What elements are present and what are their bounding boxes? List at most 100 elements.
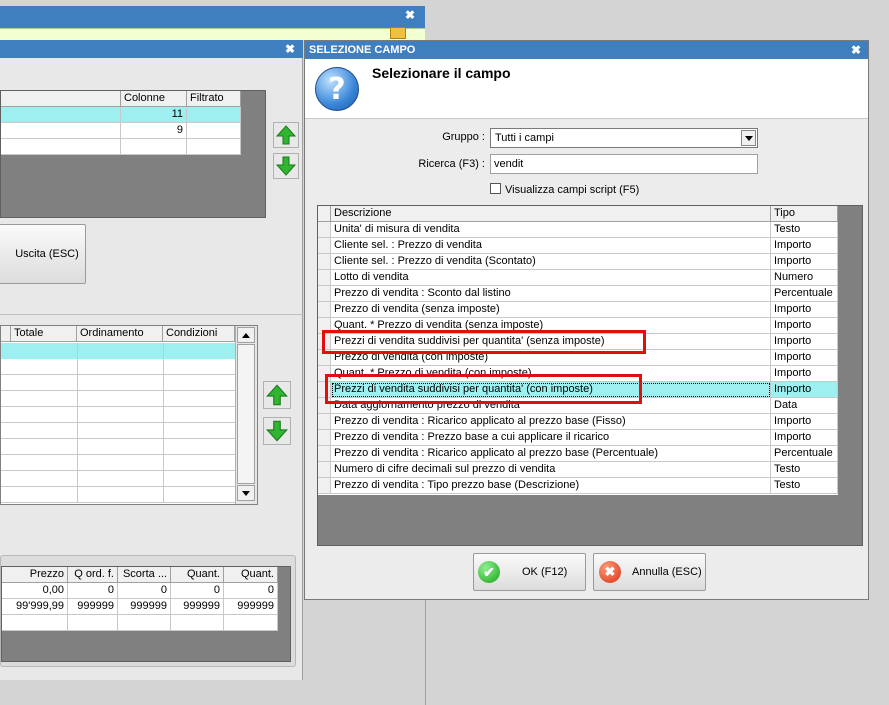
column-header-quant[interactable]: Quant.	[171, 567, 224, 583]
field-type: Importo	[771, 238, 838, 254]
box-icon	[390, 27, 406, 39]
ok-button[interactable]: ✔ OK (F12)	[473, 553, 586, 591]
row-indicator	[318, 430, 331, 446]
table-cell	[1, 123, 121, 139]
close-circle-icon: ✖	[599, 561, 621, 583]
table-cell: 999999	[118, 599, 171, 615]
column-header[interactable]	[1, 326, 11, 342]
column-header-colonne[interactable]: Colonne	[121, 91, 187, 107]
table-cell	[121, 139, 187, 155]
table-row[interactable]: Lotto di vendita Numero	[318, 270, 838, 286]
table-cell: 999999	[224, 599, 278, 615]
table-cell	[187, 139, 241, 155]
table-row[interactable]: 11	[1, 107, 241, 123]
table-cell: 0,00	[2, 583, 68, 599]
field-type: Importo	[771, 350, 838, 366]
field-description: Numero di cifre decimali sul prezzo di v…	[331, 462, 771, 478]
col-line	[77, 343, 78, 503]
table-row[interactable]: Prezzo di vendita : Prezzo base a cui ap…	[318, 430, 838, 446]
select-field-dialog: SELEZIONE CAMPO ✖ ? Selezionare il campo…	[304, 40, 869, 600]
divider	[425, 600, 426, 705]
table-row[interactable]: Prezzo di vendita : Tipo prezzo base (De…	[318, 478, 838, 494]
ricerca-input-value: vendit	[494, 158, 524, 170]
row-indicator	[318, 414, 331, 430]
table-cell: 0	[118, 583, 171, 599]
scroll-thumb[interactable]	[237, 344, 255, 484]
column-header-scorta[interactable]: Scorta ...	[118, 567, 171, 583]
table-row[interactable]: Cliente sel. : Prezzo di vendita Importo	[318, 238, 838, 254]
field-description: Prezzo di vendita : Sconto dal listino	[331, 286, 771, 302]
scroll-up-button[interactable]	[237, 327, 255, 343]
move-up-button[interactable]	[263, 381, 291, 409]
table-row[interactable]: Prezzo di vendita : Ricarico applicato a…	[318, 414, 838, 430]
bottom-grid-inner: Prezzo Q ord. f. Scorta ... Quant. Quant…	[2, 567, 278, 631]
bg-window-main-titlebar	[0, 40, 303, 58]
ricerca-label: Ricerca (F3) :	[418, 158, 485, 170]
column-header-condizioni[interactable]: Condizioni	[163, 326, 235, 342]
column-header-totale[interactable]: Totale	[11, 326, 77, 342]
field-type: Importo	[771, 382, 838, 398]
table-cell	[68, 615, 118, 631]
cancel-button[interactable]: ✖ Annulla (ESC)	[593, 553, 706, 591]
move-down-button[interactable]	[273, 153, 299, 179]
move-up-button[interactable]	[273, 122, 299, 148]
table-row[interactable]	[1, 139, 241, 155]
field-type: Percentuale	[771, 286, 838, 302]
table-row[interactable]: Unita' di misura di vendita Testo	[318, 222, 838, 238]
script-checkbox[interactable]	[490, 183, 501, 194]
field-type: Importo	[771, 318, 838, 334]
divider	[0, 314, 303, 315]
row-indicator	[318, 222, 331, 238]
bg-window-top-titlebar	[0, 6, 425, 28]
row-indicator	[318, 238, 331, 254]
column-header-filtrato[interactable]: Filtrato	[187, 91, 241, 107]
exit-button[interactable]: Uscita (ESC)	[0, 224, 86, 284]
scroll-down-button[interactable]	[237, 485, 255, 501]
top-grid-panel: Colonne Filtrato 11 9	[0, 90, 266, 218]
check-icon: ✔	[478, 561, 500, 583]
column-header-descrizione[interactable]: Descrizione	[331, 206, 771, 222]
arrow-down-icon	[275, 156, 297, 176]
table-row[interactable]: Prezzo di vendita (senza imposte) Importo	[318, 302, 838, 318]
table-row[interactable]: Cliente sel. : Prezzo di vendita (Sconta…	[318, 254, 838, 270]
arrow-up-icon	[275, 125, 297, 145]
close-icon[interactable]: ✖	[405, 8, 415, 22]
field-description: Prezzo di vendita : Prezzo base a cui ap…	[331, 430, 771, 446]
vertical-scrollbar[interactable]	[235, 326, 257, 504]
dialog-title: SELEZIONE CAMPO	[309, 44, 416, 56]
move-down-button[interactable]	[263, 417, 291, 445]
row-indicator	[318, 302, 331, 318]
field-description: Cliente sel. : Prezzo di vendita	[331, 238, 771, 254]
dialog-heading: Selezionare il campo	[372, 65, 511, 81]
table-row[interactable]: Prezzo di vendita : Ricarico applicato a…	[318, 446, 838, 462]
field-description: Cliente sel. : Prezzo di vendita (Sconta…	[331, 254, 771, 270]
column-header-quant[interactable]: Quant.	[224, 567, 278, 583]
field-type: Importo	[771, 366, 838, 382]
close-icon[interactable]: ✖	[285, 42, 295, 56]
column-header-tipo[interactable]: Tipo	[771, 206, 838, 222]
column-header-q-ord[interactable]: Q ord. f.	[68, 567, 118, 583]
close-icon[interactable]: ✖	[851, 43, 861, 57]
table-row[interactable]: Numero di cifre decimali sul prezzo di v…	[318, 462, 838, 478]
table-row[interactable]: 9	[1, 123, 241, 139]
grid-lines	[1, 359, 235, 504]
column-header-prezzo[interactable]: Prezzo	[2, 567, 68, 583]
highlight-box	[322, 330, 646, 354]
ricerca-input[interactable]: vendit	[490, 154, 758, 174]
table-row[interactable]: Prezzo di vendita : Sconto dal listino Pe…	[318, 286, 838, 302]
bg-window-top-toolbar	[0, 27, 425, 40]
field-description: Prezzo di vendita (senza imposte)	[331, 302, 771, 318]
chevron-down-icon[interactable]	[741, 130, 756, 146]
gruppo-select[interactable]: Tutti i campi	[490, 128, 758, 148]
field-type: Importo	[771, 254, 838, 270]
script-checkbox-label[interactable]: Visualizza campi script (F5)	[505, 184, 639, 196]
table-cell: 999999	[68, 599, 118, 615]
field-type: Importo	[771, 414, 838, 430]
bg-window-main: ✖ Colonne Filtrato 11 9 Uscita (ESC) Tot…	[0, 40, 303, 680]
dialog-header: ? Selezionare il campo	[305, 59, 868, 119]
field-description: Unita' di misura di vendita	[331, 222, 771, 238]
table-cell: 999999	[171, 599, 224, 615]
selected-row[interactable]	[1, 343, 235, 359]
column-header[interactable]	[1, 91, 121, 107]
column-header-ordinamento[interactable]: Ordinamento	[77, 326, 163, 342]
